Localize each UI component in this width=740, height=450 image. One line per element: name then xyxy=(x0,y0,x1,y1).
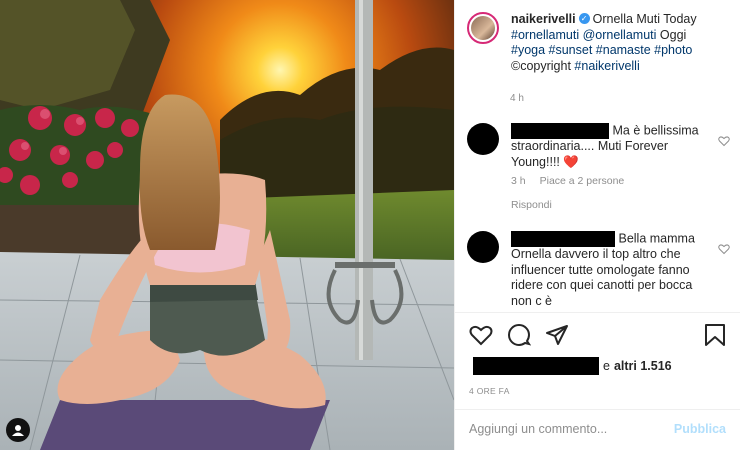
post-time: 4 h xyxy=(510,93,524,104)
caption-tags-link[interactable]: #ornellamuti @ornellamuti xyxy=(511,28,656,42)
publish-button[interactable]: Pubblica xyxy=(674,422,726,436)
share-icon[interactable] xyxy=(545,323,569,347)
comment-time: 3 h xyxy=(511,175,526,187)
post-sidebar: naikerivelli ✓ Ornella Muti Today #ornella… xyxy=(454,0,740,450)
user-tag-icon[interactable] xyxy=(6,418,30,442)
post-date: 4 ORE FA xyxy=(469,386,510,396)
caption-title: Ornella Muti Today xyxy=(592,12,697,26)
bookmark-icon[interactable] xyxy=(704,323,726,347)
caption-owner-tag[interactable]: #naikerivelli xyxy=(574,59,639,73)
comment-item: Ma è bellissima straordinaria.... Muti F… xyxy=(467,123,730,223)
redacted-username xyxy=(511,123,609,139)
avatar[interactable] xyxy=(467,123,499,155)
comment-heart-icon[interactable] xyxy=(718,243,730,255)
comment-likes[interactable]: Piace a 2 persone xyxy=(540,175,625,187)
caption-word: Oggi xyxy=(659,27,687,42)
likes-suffix: e xyxy=(603,359,610,373)
photo-illustration xyxy=(0,0,454,450)
caption-copyright: ©copyright xyxy=(511,58,571,73)
avatar[interactable] xyxy=(467,231,499,263)
post-caption: naikerivelli ✓ Ornella Muti Today #ornella… xyxy=(467,12,730,74)
avatar[interactable] xyxy=(467,12,499,44)
redacted-liker xyxy=(473,357,599,375)
heart-icon[interactable] xyxy=(469,323,493,347)
post-photo[interactable] xyxy=(0,0,454,450)
comment-heart-icon[interactable] xyxy=(718,135,730,147)
post-actions: e altri 1.516 4 ORE FA Aggiungi un comme… xyxy=(455,312,740,441)
add-comment-bar: Aggiungi un commento... Pubblica xyxy=(455,409,740,450)
likes-count[interactable]: altri 1.516 xyxy=(614,359,672,373)
comment-input[interactable]: Aggiungi un commento... xyxy=(469,422,607,436)
likes-summary[interactable]: e altri 1.516 xyxy=(473,357,672,375)
reply-button[interactable]: Rispondi xyxy=(511,198,708,214)
caption-hashtags-link[interactable]: #yoga #sunset #namaste #photo xyxy=(511,43,692,57)
username-link[interactable]: naikerivelli xyxy=(511,12,576,26)
verified-icon: ✓ xyxy=(578,13,590,25)
comment-item: Bella mamma Ornella davvero il top altro… xyxy=(467,231,730,311)
redacted-username xyxy=(511,231,615,247)
comment-icon[interactable] xyxy=(507,323,531,347)
